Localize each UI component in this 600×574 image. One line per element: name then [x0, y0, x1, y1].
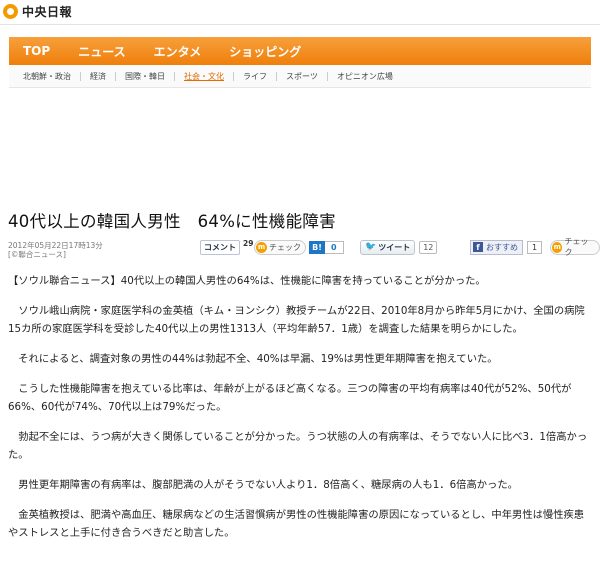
tweet-body: 🐦 ツイート — [360, 239, 416, 255]
hatena-bookmark-button[interactable]: B! 0 — [309, 239, 344, 255]
check-label-secondary: チェック — [564, 237, 589, 257]
check-label: チェック — [269, 242, 301, 252]
article-paragraph: 【ソウル聯合ニュース】40代以上の韓国人男性の64%は、性機能に障害を持っている… — [8, 275, 486, 287]
comment-button[interactable]: コメント 29 — [200, 239, 253, 255]
article-paragraph: 男性更年期障害の有病率は、腹部肥満の人がそうでない人より1．8倍高く、糖尿病の人… — [18, 479, 518, 491]
subnav-item-society[interactable]: 社会・文化 — [175, 71, 234, 81]
subnav-item-international[interactable]: 国際・韓日 — [116, 71, 175, 81]
sub-nav: 北朝鮮・政治 経済 国際・韓日 社会・文化 ライフ スポーツ オピニオン広場 — [9, 65, 591, 88]
nav-item-top[interactable]: TOP — [23, 44, 50, 58]
subnav-item-sports[interactable]: スポーツ — [277, 71, 328, 81]
article-headline: 40代以上の韓国人男性 64%に性機能障害 — [8, 212, 336, 231]
facebook-icon: f — [473, 242, 483, 252]
check-button[interactable]: m チェック — [254, 239, 306, 255]
article-paragraph: 金英植教授は、肥満や高血圧、糖尿病などの生活習慣病が男性の性機能障害の原因になっ… — [8, 509, 585, 539]
subnav-item-life[interactable]: ライフ — [234, 71, 277, 81]
hatena-count: 0 — [325, 240, 344, 254]
nav-item-shopping[interactable]: ショッピング — [229, 43, 301, 60]
hatena-bookmark-icon: B! — [309, 240, 325, 254]
site-logo[interactable]: 中央日報 — [3, 3, 72, 20]
logo-text: 中央日報 — [22, 5, 73, 19]
comment-label: コメント — [200, 239, 240, 255]
hatena-group: B! 0 — [309, 240, 344, 254]
check-button-secondary-body: m チェック — [550, 237, 600, 257]
twitter-bird-icon: 🐦 — [365, 242, 377, 252]
article-paragraph: ソウル峨山病院・家庭医学科の金英植（キム・ヨンシク）教授チームが22日、2010… — [8, 305, 585, 335]
article-paragraph: こうした性機能障害を抱えている比率は、年齢が上がるほど高くなる。三つの障害の平均… — [8, 383, 572, 413]
check-icon: m — [552, 241, 563, 253]
subnav-item-opinion[interactable]: オピニオン広場 — [328, 72, 402, 81]
facebook-count: 1 — [527, 240, 543, 254]
article-paragraph: それによると、調査対象の男性の44%は勃起不全、40%は早漏、19%は男性更年期… — [18, 353, 498, 365]
article-date: 2012年05月22日17時13分 — [8, 241, 103, 250]
nav-item-entertainment[interactable]: エンタメ — [154, 43, 202, 60]
facebook-body: f おすすめ — [470, 239, 523, 255]
check-button-body: m チェック — [254, 239, 306, 255]
main-nav: TOP ニュース エンタメ ショッピング — [9, 37, 591, 65]
subnav-item-economy[interactable]: 経済 — [81, 71, 116, 81]
check-button-secondary[interactable]: m チェック — [550, 237, 600, 257]
tweet-button[interactable]: 🐦 ツイート 12 — [360, 239, 438, 255]
logo-icon — [3, 4, 18, 19]
facebook-like-button[interactable]: f おすすめ 1 — [470, 239, 543, 255]
tweet-count: 12 — [419, 240, 438, 254]
facebook-label: おすすめ — [486, 242, 518, 252]
tweet-label: ツイート — [378, 242, 411, 252]
check-icon: m — [256, 241, 267, 253]
top-bar: 中央日報 — [0, 0, 600, 25]
comment-count: 29 — [243, 238, 254, 248]
article-source: [©聯合ニュース] — [8, 250, 66, 259]
article-paragraph: 勃起不全には、うつ病が大きく関係していることが分かった。うつ状態の人の有病率は、… — [8, 431, 588, 461]
article-body: 【ソウル聯合ニュース】40代以上の韓国人男性の64%は、性機能に障害を持っている… — [8, 272, 592, 554]
article-meta: 2012年05月22日17時13分 [©聯合ニュース] — [8, 241, 103, 259]
subnav-item-politics[interactable]: 北朝鮮・政治 — [9, 71, 81, 81]
nav-item-news[interactable]: ニュース — [78, 43, 125, 60]
